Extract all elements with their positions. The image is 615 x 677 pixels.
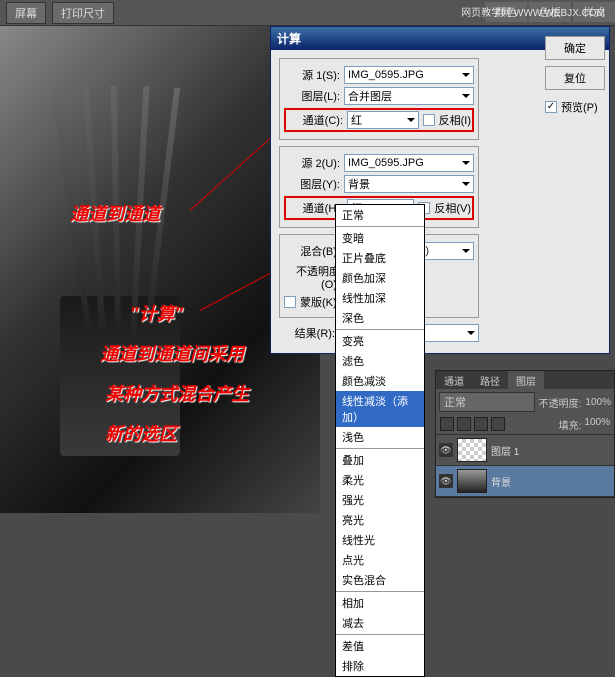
fill-value: 100% <box>584 417 610 432</box>
blend-option[interactable]: 强光 <box>336 490 424 510</box>
blend-option[interactable]: 正常 <box>336 205 424 225</box>
blend-option[interactable]: 变亮 <box>336 331 424 351</box>
result-label: 结果(R): <box>279 325 335 341</box>
opacity-label: 不透明度(O): <box>284 263 340 291</box>
layer-name: 背景 <box>491 474 511 489</box>
blend-option[interactable]: 线性减淡（添加） <box>336 391 424 427</box>
blend-option[interactable]: 浅色 <box>336 427 424 447</box>
blend-label: 混合(B): <box>284 243 340 259</box>
annotation-5: 新的选区 <box>105 420 177 446</box>
blend-option[interactable]: 线性加深 <box>336 288 424 308</box>
layer-name: 图层 1 <box>491 443 519 458</box>
layers-panel: 通道 路径 图层 正常 不透明度: 100% 填充: 100% 👁 图层 1 👁… <box>435 370 615 498</box>
blend-option[interactable]: 滤色 <box>336 351 424 371</box>
mask-checkbox[interactable] <box>284 296 296 308</box>
blend-option[interactable]: 线性光 <box>336 530 424 550</box>
blend-option[interactable]: 点光 <box>336 550 424 570</box>
blend-mode-select[interactable]: 正常 <box>439 392 535 412</box>
annotation-4: 某种方式混合产生 <box>105 380 249 406</box>
layer2-label: 图层(Y): <box>284 176 340 192</box>
layer-thumbnail <box>457 438 487 462</box>
lock-all-icon[interactable] <box>491 417 505 431</box>
preview-label: 预览(P) <box>561 99 598 115</box>
layer2-select[interactable]: 背景 <box>344 175 474 193</box>
channel1-label: 通道(C): <box>287 112 343 128</box>
tab-paths[interactable]: 路径 <box>472 371 508 389</box>
annotation-1: 通道到通道 <box>70 200 160 226</box>
cancel-button[interactable]: 复位 <box>545 66 605 90</box>
annotation-3: 通道到通道间采用 <box>100 340 244 366</box>
blend-option[interactable]: 深色 <box>336 308 424 328</box>
invert1-label: 反相(I) <box>439 112 471 128</box>
channel1-select[interactable]: 红 <box>347 111 419 129</box>
blend-option[interactable]: 正片叠底 <box>336 248 424 268</box>
lock-icon[interactable] <box>440 417 454 431</box>
blend-mode-dropdown[interactable]: 正常变暗正片叠底颜色加深线性加深深色变亮滤色颜色减淡线性减淡（添加）浅色叠加柔光… <box>335 204 425 677</box>
blend-option[interactable]: 实色混合 <box>336 570 424 590</box>
fill-label: 填充: <box>559 417 582 432</box>
blend-option[interactable]: 相加 <box>336 593 424 613</box>
print-size-button[interactable]: 打印尺寸 <box>52 2 114 24</box>
layer1-label: 图层(L): <box>284 88 340 104</box>
opacity-label: 不透明度: <box>539 395 582 410</box>
tab-channels[interactable]: 通道 <box>436 371 472 389</box>
annotation-2: "计算" <box>130 300 183 326</box>
visibility-icon[interactable]: 👁 <box>439 474 453 488</box>
blend-option[interactable]: 柔光 <box>336 470 424 490</box>
lock-position-icon[interactable] <box>474 417 488 431</box>
blend-option[interactable]: 排除 <box>336 656 424 676</box>
blend-option[interactable]: 颜色加深 <box>336 268 424 288</box>
source1-select[interactable]: IMG_0595.JPG <box>344 66 474 84</box>
source2-select[interactable]: IMG_0595.JPG <box>344 154 474 172</box>
ok-button[interactable]: 确定 <box>545 36 605 60</box>
source2-label: 源 2(U): <box>284 155 340 171</box>
blend-option[interactable]: 减去 <box>336 613 424 633</box>
blend-option[interactable]: 叠加 <box>336 450 424 470</box>
screen-button[interactable]: 屏幕 <box>6 2 46 24</box>
layer-row[interactable]: 👁 图层 1 <box>436 435 614 466</box>
blend-option[interactable]: 变暗 <box>336 228 424 248</box>
blend-option[interactable]: 差值 <box>336 636 424 656</box>
tab-layers[interactable]: 图层 <box>508 371 544 389</box>
blend-option[interactable]: 颜色减淡 <box>336 371 424 391</box>
invert1-checkbox[interactable] <box>423 114 435 126</box>
preview-checkbox[interactable] <box>545 101 557 113</box>
layer-row[interactable]: 👁 背景 <box>436 466 614 497</box>
blend-option[interactable]: 亮光 <box>336 510 424 530</box>
opacity-value: 100% <box>585 397 611 408</box>
source1-label: 源 1(S): <box>284 67 340 83</box>
visibility-icon[interactable]: 👁 <box>439 443 453 457</box>
invert2-label: 反相(V) <box>434 200 471 216</box>
watermark: 网页教学网 WWW.WEBJX.COM <box>461 4 605 19</box>
layer1-select[interactable]: 合并图层 <box>344 87 474 105</box>
layer-thumbnail <box>457 469 487 493</box>
lock-pixels-icon[interactable] <box>457 417 471 431</box>
